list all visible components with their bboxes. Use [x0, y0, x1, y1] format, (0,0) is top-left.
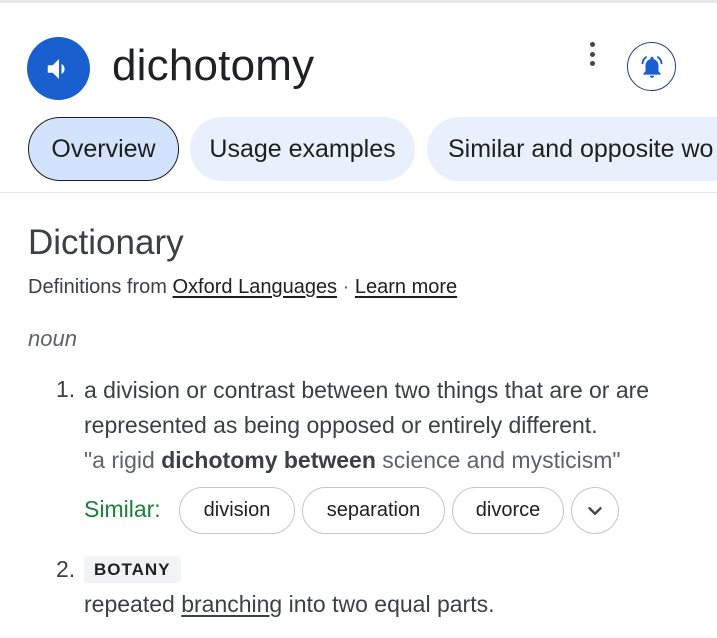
source-separator: ·: [342, 276, 350, 298]
divider: [0, 192, 717, 193]
example-highlight: dichotomy between: [161, 447, 376, 473]
sense-1-example: "a rigid dichotomy between science and m…: [84, 443, 621, 478]
learn-more-link[interactable]: Learn more: [355, 276, 457, 298]
part-of-speech: noun: [28, 326, 77, 351]
similar-chip-separation[interactable]: separation: [302, 487, 445, 534]
sense-2-definition: repeated branching into two equal parts.: [84, 587, 494, 622]
tab-usage-examples[interactable]: Usage examples: [190, 117, 415, 181]
expand-similar-button[interactable]: [571, 487, 619, 534]
sense-1-definition: a division or contrast between two thing…: [84, 377, 650, 438]
similar-chip-division[interactable]: division: [179, 487, 295, 534]
notification-bell-icon: [640, 55, 663, 78]
dictionary-title: Dictionary: [28, 223, 184, 262]
word-header: dichotomy: [0, 0, 717, 120]
source-prefix: Definitions from: [28, 276, 167, 298]
more-vert-icon: [589, 42, 595, 47]
example-rest: science and mysticism": [375, 447, 621, 473]
def2-before: repeated: [84, 591, 182, 617]
pronunciation-button[interactable]: [27, 37, 90, 100]
sense-number-1: 1.: [56, 376, 76, 402]
similar-chip-divorce[interactable]: divorce: [452, 487, 564, 534]
similar-label: Similar:: [84, 496, 161, 522]
branching-link[interactable]: branching: [181, 591, 282, 617]
volume-up-icon: [47, 58, 65, 79]
oxford-languages-link[interactable]: Oxford Languages: [173, 276, 338, 298]
tab-similar-and-opposite-words[interactable]: Similar and opposite wo: [427, 117, 717, 181]
chevron-down-icon: [588, 506, 602, 515]
more-options-button[interactable]: [580, 40, 604, 68]
notification-button[interactable]: [627, 42, 676, 91]
example-open: "a rigid: [84, 447, 162, 473]
def2-after: into two equal parts.: [282, 591, 495, 617]
sense-number-2: 2.: [56, 556, 76, 582]
headword: dichotomy: [112, 41, 315, 90]
domain-label: BOTANY: [84, 556, 181, 583]
section-tabs: Overview Usage examples Similar and oppo…: [0, 117, 717, 183]
definitions-source: Definitions from Oxford Languages · Lear…: [28, 274, 457, 300]
tab-overview[interactable]: Overview: [28, 117, 179, 181]
